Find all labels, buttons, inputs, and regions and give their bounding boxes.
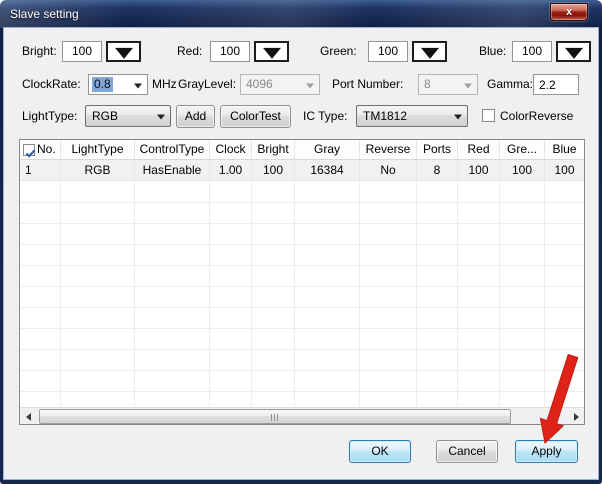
triangle-down-icon — [565, 47, 583, 58]
red-label: Red: — [177, 41, 202, 62]
scroll-left-button[interactable] — [20, 408, 37, 425]
port-number-label: Port Number: — [332, 74, 403, 95]
header-bright: Bright — [252, 140, 295, 159]
dialog-window: Slave setting x Bright: 100 Red: 100 Gre… — [0, 0, 602, 484]
header-gray: Gray — [295, 140, 360, 159]
close-icon: x — [566, 6, 572, 18]
clockrate-value: 0.8 — [92, 77, 113, 92]
bright-dropdown-button[interactable] — [106, 41, 141, 62]
apply-button[interactable]: Apply — [515, 440, 578, 463]
horizontal-scrollbar[interactable] — [20, 407, 584, 424]
header-controltype: ControlType — [135, 140, 210, 159]
graylevel-combobox-disabled: 4096 — [240, 74, 320, 95]
chevron-down-icon[interactable] — [134, 83, 142, 88]
header-green-truncated: Gre... — [500, 140, 545, 159]
header-no: No. — [20, 140, 61, 159]
header-clock: Clock — [210, 140, 252, 159]
colorreverse-checkbox[interactable] — [482, 109, 495, 122]
slave-table: No. LightType ControlType Clock Bright G… — [19, 139, 585, 425]
chevron-down-icon — [454, 115, 462, 120]
triangle-down-icon — [421, 47, 439, 58]
triangle-down-icon — [115, 47, 133, 58]
lighttype-label: LightType: — [22, 106, 77, 127]
gamma-input[interactable] — [533, 74, 579, 95]
chevron-down-icon — [157, 115, 165, 120]
bright-label: Bright: — [22, 41, 57, 62]
add-button[interactable]: Add — [176, 105, 215, 128]
ictype-combobox[interactable]: TM1812 — [356, 105, 468, 127]
lighttype-combobox[interactable]: RGB — [85, 105, 171, 127]
header-ports: Ports — [417, 140, 458, 159]
ictype-label: IC Type: — [303, 106, 347, 127]
chevron-down-icon — [306, 83, 314, 88]
colortest-button[interactable]: ColorTest — [220, 105, 291, 128]
blue-label: Blue: — [479, 41, 506, 62]
mhz-unit-label: MHz — [152, 74, 177, 95]
header-reverse: Reverse — [360, 140, 417, 159]
header-red: Red — [458, 140, 500, 159]
empty-grid-area — [20, 182, 584, 406]
port-number-combobox-disabled: 8 — [418, 74, 478, 95]
green-label: Green: — [320, 41, 357, 62]
cancel-button[interactable]: Cancel — [436, 440, 498, 463]
ictype-value: TM1812 — [363, 109, 407, 123]
header-lighttype: LightType — [61, 140, 135, 159]
red-dropdown-button[interactable] — [254, 41, 289, 62]
gamma-label: Gamma: — [487, 74, 533, 95]
select-all-checkbox[interactable] — [23, 144, 35, 156]
triangle-right-icon — [574, 413, 579, 421]
triangle-down-icon — [263, 47, 281, 58]
lighttype-value: RGB — [92, 109, 118, 123]
green-dropdown-button[interactable] — [412, 41, 447, 62]
scrollbar-thumb[interactable] — [39, 409, 511, 424]
header-blue: Blue — [545, 140, 584, 159]
table-header-row: No. LightType ControlType Clock Bright G… — [20, 140, 584, 160]
ok-button[interactable]: OK — [349, 440, 411, 463]
title-bar[interactable]: Slave setting x — [0, 0, 602, 28]
table-row[interactable]: 1 RGB HasEnable 1.00 100 16384 No 8 100 … — [20, 160, 584, 181]
graylevel-label: GrayLevel: — [178, 74, 236, 95]
bright-value[interactable]: 100 — [62, 41, 102, 62]
colorreverse-label: ColorReverse — [500, 106, 573, 127]
blue-dropdown-button[interactable] — [556, 41, 591, 62]
port-number-value: 8 — [424, 77, 431, 91]
grip-icon — [271, 414, 279, 421]
graylevel-value: 4096 — [246, 77, 273, 91]
window-title: Slave setting — [10, 7, 79, 21]
scroll-right-button[interactable] — [567, 408, 584, 425]
green-value[interactable]: 100 — [368, 41, 408, 62]
blue-value[interactable]: 100 — [512, 41, 552, 62]
red-value[interactable]: 100 — [210, 41, 250, 62]
clockrate-label: ClockRate: — [22, 74, 81, 95]
chevron-down-icon — [464, 83, 472, 88]
triangle-left-icon — [26, 413, 31, 421]
close-button[interactable]: x — [550, 3, 588, 21]
clockrate-combobox[interactable]: 0.8 — [88, 74, 148, 95]
